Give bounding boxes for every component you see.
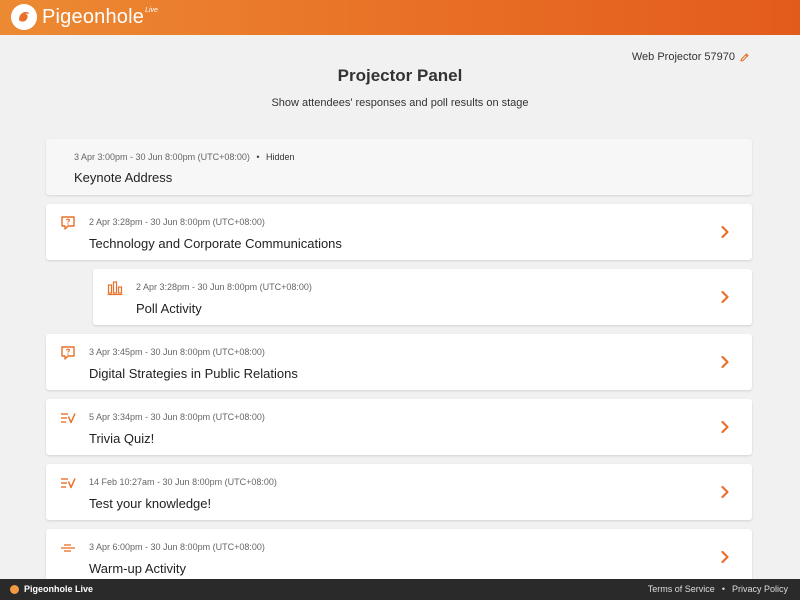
item-name: Warm-up Activity xyxy=(89,561,187,576)
pigeon-logo-icon xyxy=(11,4,37,30)
projector-name-text: Web Projector 57970 xyxy=(631,51,735,63)
item-name: Digital Strategies in Public Relations xyxy=(89,366,298,381)
footer-separator: • xyxy=(721,584,725,594)
poll-icon xyxy=(107,280,123,296)
session-time: 3 Apr 3:00pm - 30 Jun 8:00pm (UTC+08:00) xyxy=(74,152,250,162)
item-meta: 5 Apr 3:34pm - 30 Jun 8:00pm (UTC+08:00) xyxy=(89,412,265,422)
page-subtitle: Show attendees' responses and poll resul… xyxy=(271,97,529,109)
chevron-right-icon[interactable] xyxy=(720,355,730,369)
session-meta: 3 Apr 3:00pm - 30 Jun 8:00pm (UTC+08:00)… xyxy=(74,152,295,162)
agenda-item[interactable]: 14 Feb 10:27am - 30 Jun 8:00pm (UTC+08:0… xyxy=(46,464,752,520)
pigeonhole-logo[interactable]: Pigeonhole Live xyxy=(11,4,158,30)
item-name: Test your knowledge! xyxy=(89,496,212,511)
agenda-item[interactable]: 3 Apr 6:00pm - 30 Jun 8:00pm (UTC+08:00)… xyxy=(46,529,752,585)
chevron-right-icon[interactable] xyxy=(720,485,730,499)
item-meta: 3 Apr 6:00pm - 30 Jun 8:00pm (UTC+08:00) xyxy=(89,542,265,552)
agenda-item[interactable]: 2 Apr 3:28pm - 30 Jun 8:00pm (UTC+08:00)… xyxy=(93,269,752,325)
chevron-right-icon[interactable] xyxy=(720,225,730,239)
item-name: Technology and Corporate Communications xyxy=(89,236,342,251)
meta-dot: • xyxy=(256,152,260,162)
item-name: Poll Activity xyxy=(136,301,202,316)
qna-icon xyxy=(60,345,76,361)
session-status: Hidden xyxy=(266,152,295,162)
chevron-right-icon[interactable] xyxy=(720,550,730,564)
logo-superscript: Live xyxy=(145,7,158,14)
privacy-link[interactable]: Privacy Policy xyxy=(732,584,788,594)
warmup-icon xyxy=(60,540,76,556)
main-content: Web Projector 57970 Projector Panel Show… xyxy=(0,35,800,585)
session-header: 3 Apr 3:00pm - 30 Jun 8:00pm (UTC+08:00)… xyxy=(46,139,752,195)
item-meta: 2 Apr 3:28pm - 30 Jun 8:00pm (UTC+08:00) xyxy=(136,282,312,292)
chevron-right-icon[interactable] xyxy=(720,420,730,434)
item-name: Trivia Quiz! xyxy=(89,431,155,446)
footer-links: Terms of Service • Privacy Policy xyxy=(648,584,788,594)
top-bar: Pigeonhole Live xyxy=(0,0,800,35)
item-meta: 14 Feb 10:27am - 30 Jun 8:00pm (UTC+08:0… xyxy=(89,477,277,487)
pigeon-logo-icon xyxy=(10,584,19,594)
footer: Pigeonhole Live Terms of Service • Priva… xyxy=(0,579,800,600)
item-meta: 2 Apr 3:28pm - 30 Jun 8:00pm (UTC+08:00) xyxy=(89,217,265,227)
quiz-icon xyxy=(60,410,76,426)
qna-icon xyxy=(60,215,76,231)
agenda-item[interactable]: 2 Apr 3:28pm - 30 Jun 8:00pm (UTC+08:00)… xyxy=(46,204,752,260)
terms-link[interactable]: Terms of Service xyxy=(648,584,715,594)
agenda-item[interactable]: 5 Apr 3:34pm - 30 Jun 8:00pm (UTC+08:00)… xyxy=(46,399,752,455)
footer-brand[interactable]: Pigeonhole Live xyxy=(10,584,93,594)
edit-pencil-icon[interactable] xyxy=(739,52,750,63)
agenda-item[interactable]: 3 Apr 3:45pm - 30 Jun 8:00pm (UTC+08:00)… xyxy=(46,334,752,390)
quiz-icon xyxy=(60,475,76,491)
item-meta: 3 Apr 3:45pm - 30 Jun 8:00pm (UTC+08:00) xyxy=(89,347,265,357)
chevron-right-icon[interactable] xyxy=(720,290,730,304)
footer-brand-text: Pigeonhole Live xyxy=(24,584,94,594)
session-name: Keynote Address xyxy=(74,170,173,185)
page-title: Projector Panel xyxy=(337,66,463,85)
projector-name[interactable]: Web Projector 57970 xyxy=(632,51,750,63)
logo-text: Pigeonhole xyxy=(42,6,145,28)
